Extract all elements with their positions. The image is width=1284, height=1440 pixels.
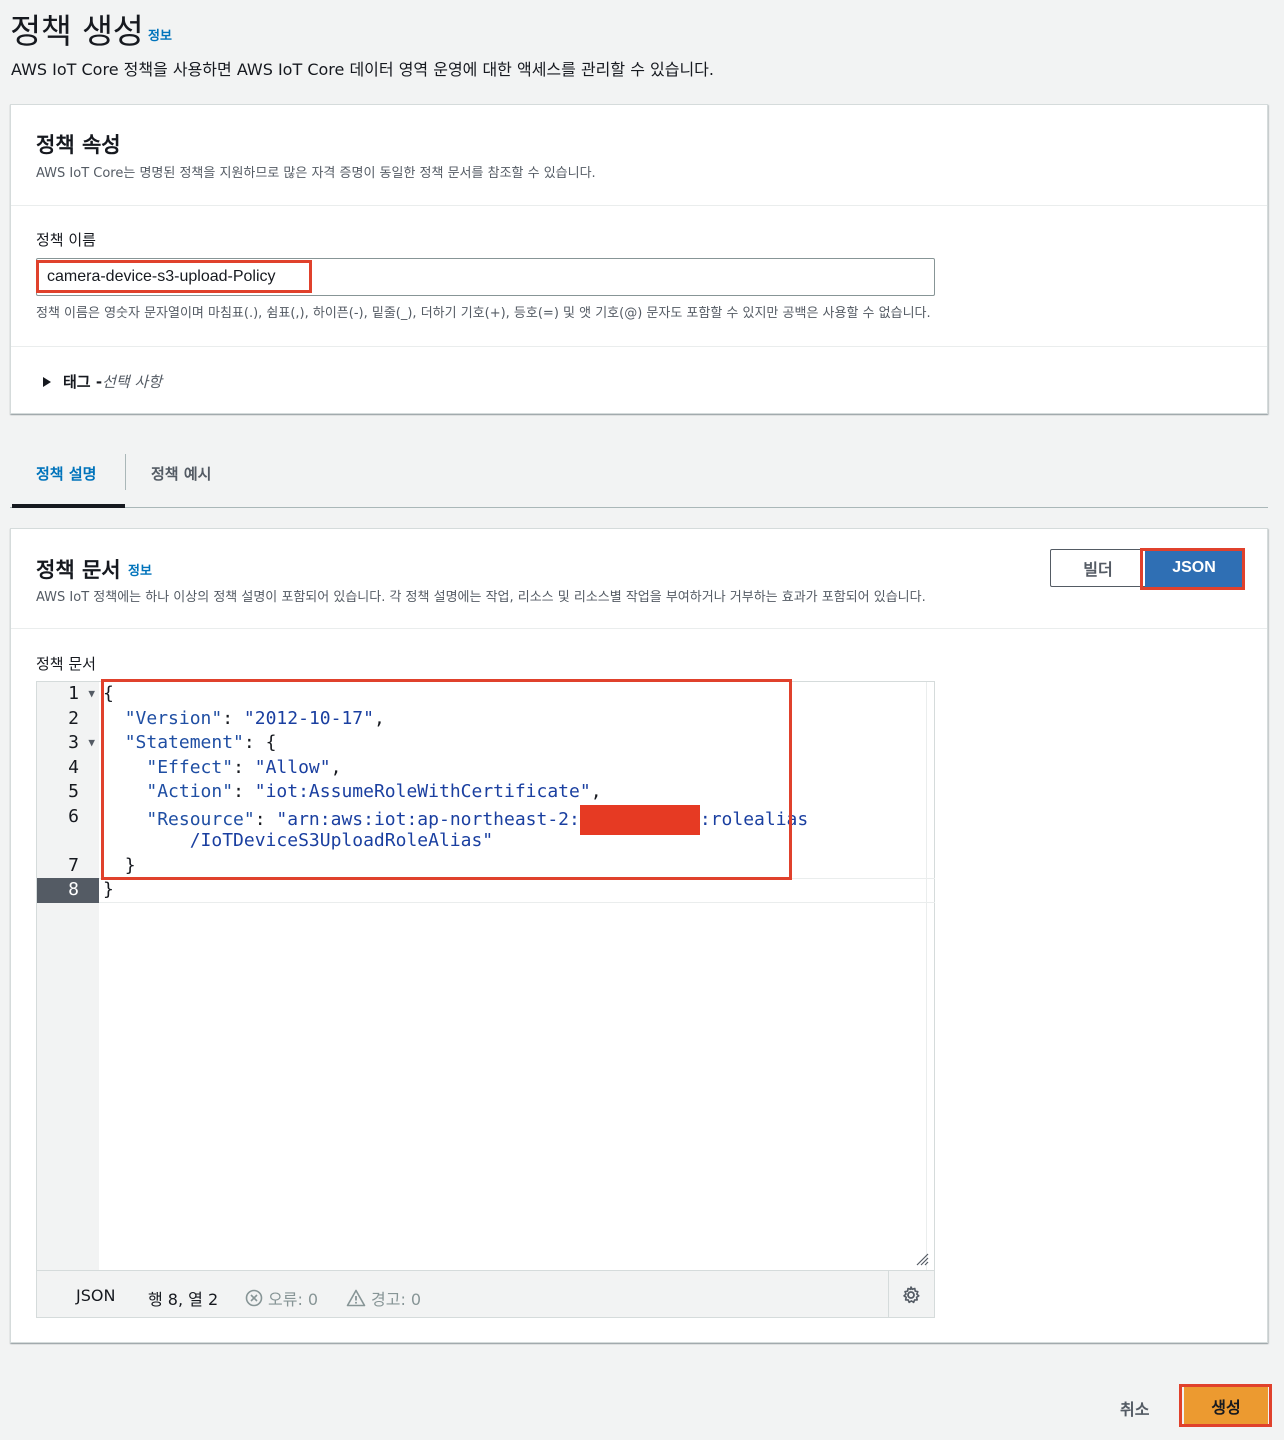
line-number: 1 ▼: [37, 682, 99, 707]
line-number: 4: [68, 756, 79, 778]
error-circle-icon: [245, 1289, 263, 1307]
tab-policy-statements[interactable]: 정책 설명: [36, 463, 96, 484]
line-number: 3 ▼: [37, 731, 99, 756]
cancel-button[interactable]: 취소: [1120, 1396, 1149, 1420]
page-title: 정책 생성: [10, 12, 144, 52]
status-warnings[interactable]: 경고: 0: [346, 1286, 421, 1310]
fold-arrow-icon[interactable]: ▼: [88, 682, 95, 707]
fold-arrow-icon[interactable]: ▼: [88, 731, 95, 756]
warning-triangle-icon: [346, 1289, 366, 1307]
gear-icon[interactable]: [901, 1285, 921, 1305]
line-number: 5: [68, 781, 79, 802]
status-language: JSON: [76, 1286, 116, 1305]
highlight-box: [36, 260, 312, 293]
policy-name-label: 정책 이름: [36, 231, 96, 249]
divider: [11, 205, 1267, 206]
tags-label: 태그 -: [63, 373, 103, 391]
line-number: 7: [68, 854, 79, 876]
properties-title: 정책 속성: [36, 133, 121, 157]
builder-mode-button[interactable]: 빌더: [1050, 549, 1146, 587]
tab-separator: [125, 454, 126, 490]
divider: [11, 628, 1267, 629]
scrollbar-track[interactable]: [926, 682, 927, 1270]
page-description: AWS IoT Core 정책을 사용하면 AWS IoT Core 데이터 영…: [11, 60, 714, 79]
tags-optional: 선택 사항: [102, 373, 163, 391]
tags-expander[interactable]: 태그 - 선택 사항: [41, 371, 162, 392]
document-title: 정책 문서: [36, 558, 121, 582]
active-tab-indicator: [12, 504, 125, 508]
policy-name-hint: 정책 이름은 영숫자 문자열이며 마침표(.), 쉼표(,), 하이픈(-), …: [36, 306, 931, 321]
document-info-link[interactable]: 정보: [128, 560, 152, 579]
line-number-active: 8: [37, 878, 99, 903]
policy-document-card: 정책 문서 정보 AWS IoT 정책에는 하나 이상의 정책 설명이 포함되어…: [10, 528, 1268, 1343]
highlight-box: [1140, 548, 1245, 590]
tab-policy-examples[interactable]: 정책 예시: [151, 463, 211, 484]
highlight-box: [1179, 1384, 1272, 1427]
code-editor[interactable]: 1 ▼ 2 3 ▼ 4 5 6 7 8 { "Version": "2012-10-…: [36, 679, 935, 1318]
editor-label: 정책 문서: [36, 655, 96, 673]
line-number: 2: [68, 707, 79, 729]
resize-handle-icon[interactable]: [915, 1252, 929, 1266]
status-errors[interactable]: 오류: 0: [245, 1286, 318, 1310]
editor-status-bar: JSON 행 8, 열 2 오류: 0 경고: 0: [37, 1270, 934, 1318]
line-number: [37, 829, 99, 854]
caret-right-icon: [43, 376, 51, 387]
divider: [11, 346, 1267, 347]
properties-description: AWS IoT Core는 명명된 정책을 지원하므로 많은 자격 증명이 동일…: [36, 166, 596, 181]
status-divider: [888, 1271, 889, 1318]
title-info-link[interactable]: 정보: [148, 25, 172, 44]
status-cursor-position: 행 8, 열 2: [148, 1290, 219, 1309]
tabs-divider: [10, 507, 1268, 508]
code-line: }: [103, 879, 114, 900]
line-numbers: 1 ▼ 2 3 ▼ 4 5 6 7 8: [37, 682, 99, 903]
policy-properties-card: 정책 속성 AWS IoT Core는 명명된 정책을 지원하므로 많은 자격 …: [10, 104, 1268, 414]
highlight-box: [101, 679, 792, 880]
line-number: 6: [68, 805, 79, 827]
document-description: AWS IoT 정책에는 하나 이상의 정책 설명이 포함되어 있습니다. 각 …: [36, 590, 926, 605]
